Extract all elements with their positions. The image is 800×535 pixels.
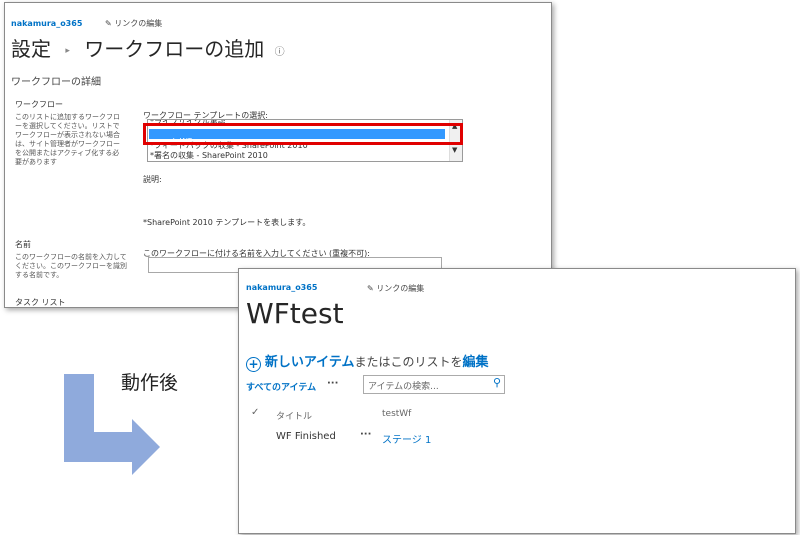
name-description: このワークフローの名前を入力してください。このワークフローを識別する名前です。 (15, 253, 127, 279)
template-option[interactable]: *署名の収集 - SharePoint 2010 (150, 150, 268, 161)
item-title[interactable]: WF Finished (276, 431, 336, 442)
workflow-label: ワークフロー (15, 100, 63, 109)
breadcrumb: 設定 ▸ ワークフローの追加 ⓘ (11, 33, 285, 62)
item-search-box[interactable]: アイテムの検索... ⚲ (363, 375, 505, 394)
after-action-label: 動作後 (121, 372, 179, 394)
info-icon[interactable]: ⓘ (275, 47, 285, 58)
search-icon[interactable]: ⚲ (493, 376, 501, 389)
arrow-horizontal-segment (64, 432, 134, 462)
new-item-link[interactable]: 新しいアイテム (265, 355, 355, 370)
add-workflow-window: nakamura_o365 ✎ リンクの編集 設定 ▸ ワークフローの追加 ⓘ … (4, 2, 552, 308)
pencil-icon: ✎ (105, 19, 112, 28)
column-header-title[interactable]: タイトル (276, 409, 312, 422)
name-label: 名前 (15, 240, 31, 249)
wftest-list-window: nakamura_o365 ✎ リンクの編集 WFtest + 新しいアイテムま… (238, 268, 796, 534)
add-circle-icon[interactable]: + (246, 357, 261, 372)
description-label: 説明: (143, 175, 162, 184)
edit-list-link[interactable]: 編集 (463, 355, 489, 370)
selection-highlight-frame (143, 123, 463, 145)
section-title: ワークフローの詳細 (11, 77, 101, 88)
arrow-right-icon (132, 419, 160, 475)
search-input[interactable]: アイテムの検索... (368, 379, 439, 392)
new-item-bar: + 新しいアイテムまたはこのリストを編集 (246, 351, 489, 372)
all-items-view-link[interactable]: すべてのアイテム (246, 380, 316, 393)
breadcrumb-root[interactable]: 設定 (11, 37, 51, 61)
user-name-link[interactable]: nakamura_o365 (246, 283, 317, 292)
page-title: ワークフローの追加 (84, 37, 265, 61)
description-text: *SharePoint 2010 テンプレートを表します。 (143, 218, 311, 227)
view-more-icon[interactable]: ··· (327, 378, 338, 389)
or-edit-text: またはこのリストを (354, 355, 463, 369)
edit-links-link[interactable]: ✎ リンクの編集 (367, 283, 424, 294)
pencil-icon: ✎ (367, 284, 374, 293)
list-title: WFtest (246, 297, 344, 330)
select-all-checkmark[interactable]: ✓ (251, 407, 259, 418)
workflow-status-link[interactable]: ステージ 1 (382, 431, 431, 446)
task-list-label: タスク リスト (15, 298, 66, 307)
scroll-down-icon[interactable]: ▼ (452, 146, 457, 154)
user-name-link[interactable]: nakamura_o365 (11, 19, 82, 28)
column-header-workflow[interactable]: testWf (382, 409, 411, 419)
breadcrumb-separator-icon: ▸ (65, 45, 70, 56)
edit-links-link[interactable]: ✎ リンクの編集 (105, 18, 162, 29)
workflow-description: このリストに追加するワークフローを選択してください。リストでワークフローが表示さ… (15, 113, 120, 166)
item-menu-icon[interactable]: ··· (360, 429, 371, 440)
